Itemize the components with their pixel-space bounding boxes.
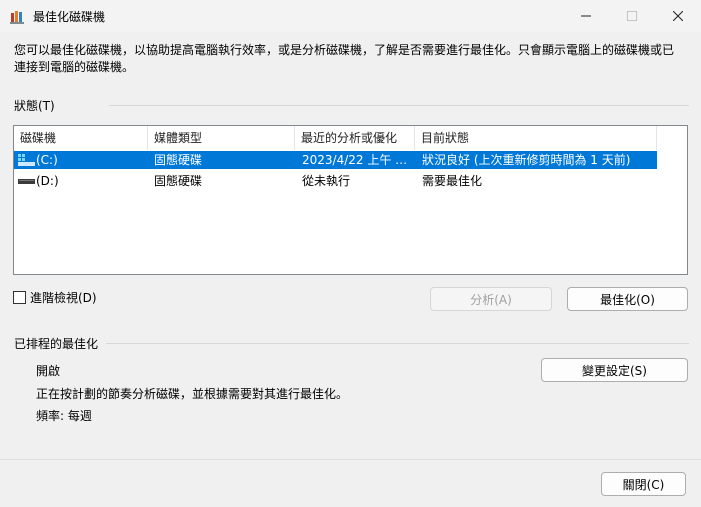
drive-row-d[interactable]: (D:) 固態硬碟 從未執行 需要最佳化	[14, 172, 657, 190]
media-type: 固態硬碟	[154, 174, 203, 188]
close-window-button[interactable]	[655, 0, 701, 32]
status-section-label: 狀態(T)	[14, 99, 55, 113]
drive-list[interactable]: 磁碟機 媒體類型 最近的分析或優化 目前狀態 (C:) 固態硬碟 2023/4/…	[13, 125, 688, 275]
change-settings-button[interactable]: 變更設定(S)	[541, 358, 688, 382]
optimize-drives-window: 最佳化磁碟機 您可以最佳化磁碟機，以協助提高電腦執行效率，或是分析磁碟機，了解是…	[0, 0, 701, 507]
drive-list-header: 磁碟機 媒體類型 最近的分析或優化 目前狀態	[14, 126, 687, 150]
defrag-app-icon	[10, 11, 24, 24]
schedule-status: 開啟	[36, 364, 61, 378]
drive-letter: (C:)	[36, 153, 58, 167]
analyze-button[interactable]: 分析(A)	[430, 287, 552, 311]
column-header-media[interactable]: 媒體類型	[148, 126, 295, 150]
minimize-button[interactable]	[563, 0, 609, 32]
windows-drive-icon	[18, 154, 35, 166]
column-header-drive[interactable]: 磁碟機	[14, 126, 148, 150]
close-button[interactable]: 關閉(C)	[601, 472, 686, 496]
schedule-divider	[106, 343, 689, 344]
window-title: 最佳化磁碟機	[33, 10, 106, 24]
column-header-status[interactable]: 目前狀態	[415, 126, 657, 150]
advanced-view-checkbox[interactable]	[13, 291, 26, 304]
close-icon	[673, 11, 683, 21]
advanced-view-checkbox-row[interactable]: 進階檢視(D)	[13, 289, 97, 306]
advanced-view-label[interactable]: 進階檢視(D)	[30, 289, 97, 306]
media-type: 固態硬碟	[154, 153, 203, 167]
title-bar: 最佳化磁碟機	[0, 0, 701, 32]
intro-text: 您可以最佳化磁碟機，以協助提高電腦執行效率，或是分析磁碟機，了解是否需要進行最佳…	[14, 43, 675, 74]
maximize-icon	[627, 11, 637, 21]
last-run: 從未執行	[302, 174, 351, 188]
schedule-description: 正在按計劃的節奏分析磁碟，並根據需要對其進行最佳化。	[36, 387, 349, 401]
maximize-button[interactable]	[609, 0, 655, 32]
drive-row-c[interactable]: (C:) 固態硬碟 2023/4/22 上午 1... 狀況良好 (上次重新修剪…	[14, 151, 657, 169]
current-status: 狀況良好 (上次重新修剪時間為 1 天前)	[422, 153, 631, 167]
status-divider	[109, 105, 689, 106]
minimize-icon	[581, 15, 591, 17]
schedule-frequency: 頻率: 每週	[36, 409, 92, 423]
last-run: 2023/4/22 上午 1...	[302, 153, 412, 167]
current-status: 需要最佳化	[422, 174, 483, 188]
drive-letter: (D:)	[36, 174, 59, 188]
optimize-button[interactable]: 最佳化(O)	[567, 287, 688, 311]
footer-bar: 關閉(C)	[0, 459, 701, 507]
drive-icon	[18, 179, 35, 184]
column-header-last-run[interactable]: 最近的分析或優化	[295, 126, 415, 150]
schedule-section-label: 已排程的最佳化	[14, 337, 99, 351]
